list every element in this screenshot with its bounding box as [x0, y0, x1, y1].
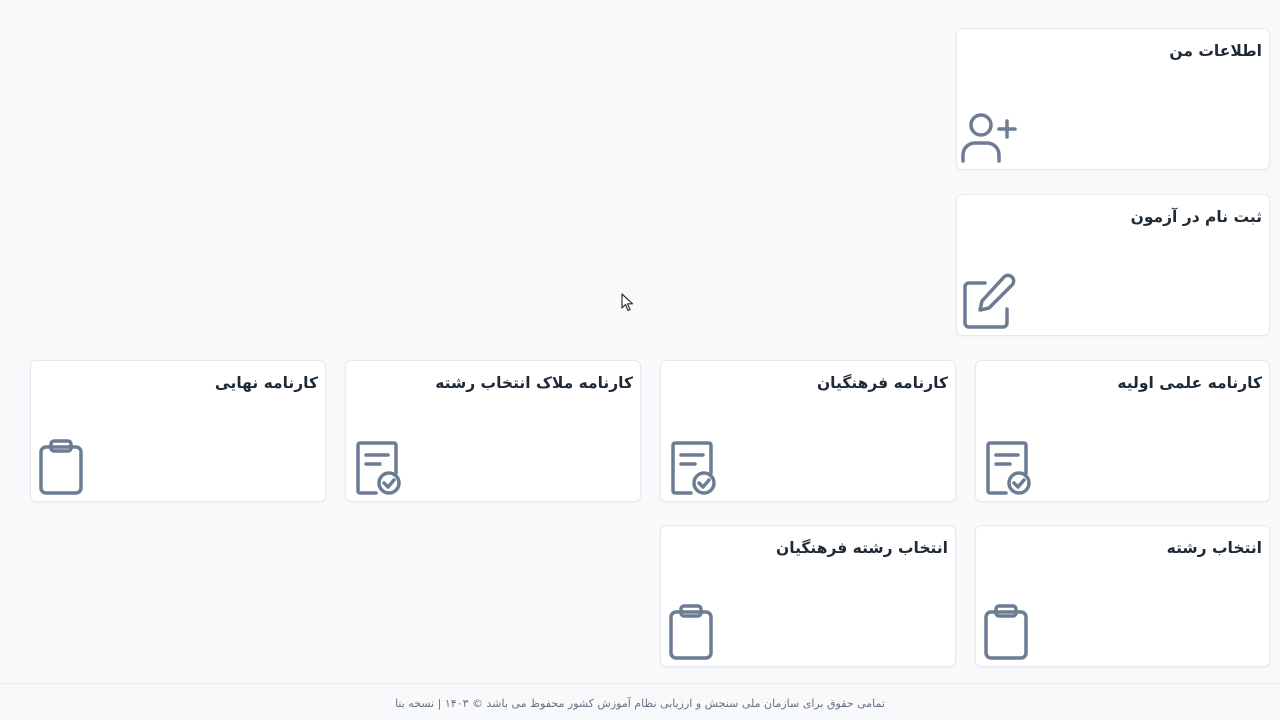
document-check-icon: [665, 437, 725, 497]
card-initial-scientific-report[interactable]: کارنامه علمی اولیه: [975, 360, 1270, 502]
card-major-selection-criteria-report[interactable]: کارنامه ملاک انتخاب رشته: [345, 360, 641, 502]
edit-icon: [959, 271, 1019, 331]
document-check-icon: [350, 437, 410, 497]
card-title: ثبت نام در آزمون: [1130, 208, 1262, 226]
footer-divider: [0, 683, 1280, 684]
card-farhangian-report[interactable]: کارنامه فرهنگیان: [660, 360, 956, 502]
clipboard-icon: [665, 602, 725, 662]
card-major-selection[interactable]: انتخاب رشته: [975, 525, 1270, 667]
document-check-icon: [980, 437, 1040, 497]
card-title: کارنامه نهایی: [214, 374, 318, 392]
mouse-cursor-icon: [621, 293, 635, 313]
footer-copyright: تمامی حقوق برای سازمان ملی سنجش و ارزیاب…: [395, 697, 885, 710]
clipboard-icon: [980, 602, 1040, 662]
card-farhangian-major-selection[interactable]: انتخاب رشته فرهنگیان: [660, 525, 956, 667]
user-plus-icon: [959, 105, 1019, 165]
card-title: کارنامه فرهنگیان: [816, 374, 948, 392]
card-title: انتخاب رشته: [1166, 539, 1262, 557]
card-title: کارنامه علمی اولیه: [1117, 374, 1262, 392]
card-title: اطلاعات من: [1169, 42, 1262, 60]
clipboard-icon: [35, 437, 95, 497]
card-exam-registration[interactable]: ثبت نام در آزمون: [956, 194, 1270, 336]
card-final-report[interactable]: کارنامه نهایی: [30, 360, 326, 502]
card-title: کارنامه ملاک انتخاب رشته: [435, 374, 633, 392]
card-my-info[interactable]: اطلاعات من: [956, 28, 1270, 170]
card-title: انتخاب رشته فرهنگیان: [776, 539, 948, 557]
